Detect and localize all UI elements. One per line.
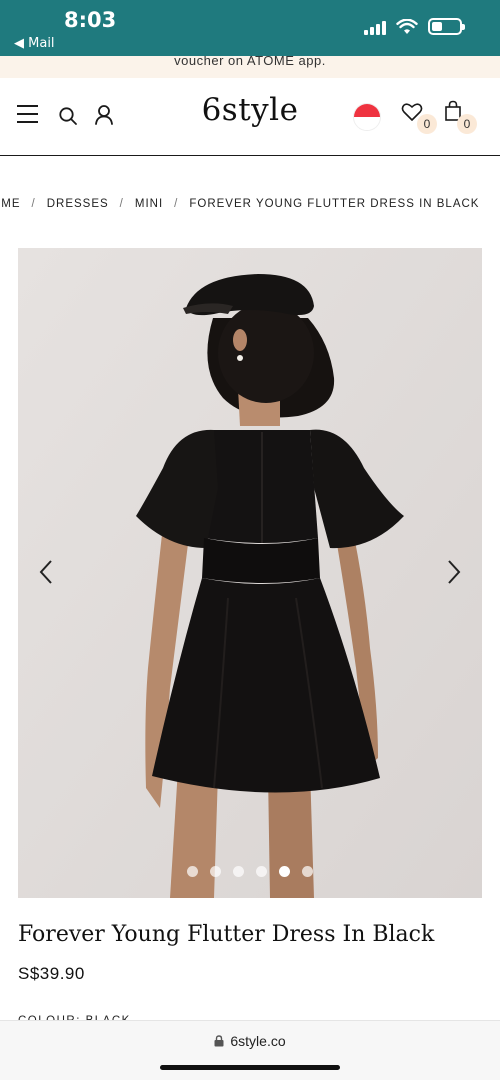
breadcrumb-home[interactable]: HOME bbox=[0, 198, 21, 210]
product-photo bbox=[18, 248, 482, 898]
address-field[interactable]: 6style.co bbox=[0, 1033, 500, 1049]
pagination-dot[interactable] bbox=[256, 866, 267, 877]
next-image-button[interactable] bbox=[440, 558, 466, 586]
back-to-mail-link[interactable]: ◀ Mail bbox=[14, 36, 55, 51]
battery-icon bbox=[428, 18, 465, 35]
url-text: 6style.co bbox=[230, 1033, 286, 1049]
previous-image-button[interactable] bbox=[34, 558, 60, 586]
breadcrumb-mini[interactable]: MINI bbox=[135, 198, 163, 210]
breadcrumb: HOME / DRESSES / MINI / FOREVER YOUNG FLUTTER … bbox=[0, 198, 500, 216]
singapore-flag-icon[interactable] bbox=[353, 103, 381, 131]
breadcrumb-current: FOREVER YOUNG FLUTTER DRESS IN BLACK bbox=[189, 198, 480, 210]
lock-icon bbox=[214, 1035, 224, 1047]
product-image-gallery[interactable] bbox=[18, 248, 482, 898]
chevron-right-icon bbox=[448, 560, 461, 584]
breadcrumb-separator: / bbox=[31, 198, 36, 210]
breadcrumb-separator: / bbox=[174, 198, 179, 210]
status-bar: 8:03 ◀ Mail bbox=[0, 0, 500, 56]
cellular-signal-icon bbox=[364, 19, 386, 35]
status-icons bbox=[364, 18, 465, 35]
chevron-left-icon bbox=[39, 560, 52, 584]
gallery-pagination bbox=[18, 866, 482, 877]
breadcrumb-dresses[interactable]: DRESSES bbox=[47, 198, 109, 210]
product-title: Forever Young Flutter Dress In Black bbox=[18, 922, 435, 947]
pagination-dot[interactable] bbox=[187, 866, 198, 877]
pagination-dot[interactable] bbox=[279, 866, 290, 877]
site-header: 6style 0 0 bbox=[0, 78, 500, 156]
cart-count-badge: 0 bbox=[457, 114, 477, 134]
wifi-icon bbox=[396, 18, 418, 34]
home-indicator[interactable] bbox=[160, 1065, 340, 1070]
browser-url-bar[interactable]: 6style.co bbox=[0, 1020, 500, 1080]
announcement-bar: voucher on ATOME app. bbox=[0, 56, 500, 78]
pagination-dot[interactable] bbox=[302, 866, 313, 877]
pagination-dot[interactable] bbox=[233, 866, 244, 877]
pagination-dot[interactable] bbox=[210, 866, 221, 877]
product-price: S$39.90 bbox=[18, 964, 85, 983]
wishlist-count-badge: 0 bbox=[417, 114, 437, 134]
status-time: 8:03 bbox=[64, 8, 117, 32]
breadcrumb-separator: / bbox=[119, 198, 124, 210]
announcement-text: voucher on ATOME app. bbox=[174, 56, 326, 68]
